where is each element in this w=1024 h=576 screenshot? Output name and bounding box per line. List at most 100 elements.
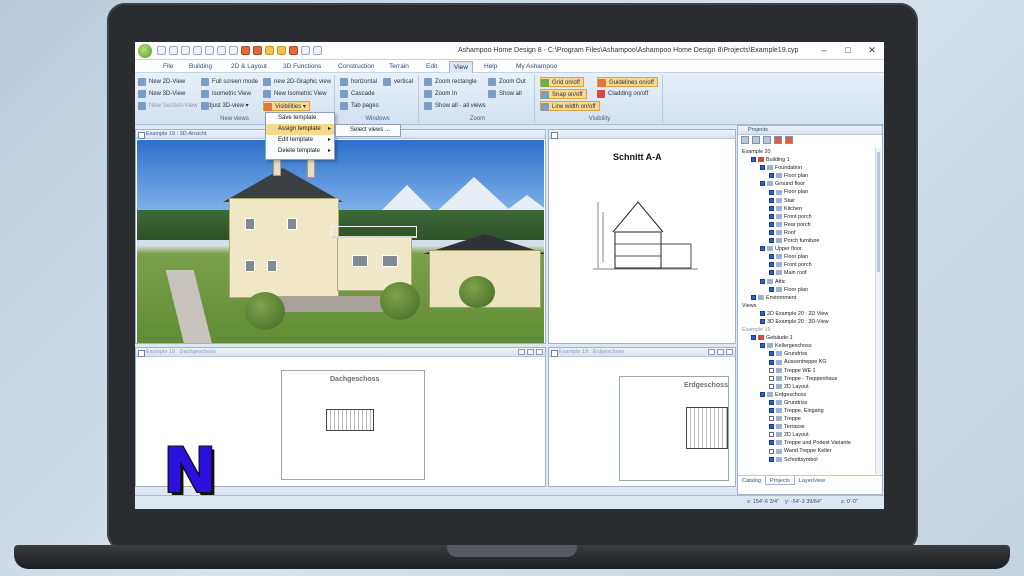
pane-maximize-button[interactable] xyxy=(527,349,534,355)
guidelines-toggle-button[interactable]: Guidelines on/off xyxy=(597,77,658,87)
render-icon[interactable] xyxy=(241,46,250,55)
tree-checkbox[interactable] xyxy=(769,440,774,446)
tab-pages-button[interactable]: Tab pages xyxy=(340,101,379,111)
tree-node[interactable]: Roof xyxy=(740,229,874,237)
tree-checkbox[interactable] xyxy=(769,270,774,276)
pane-minimize-button[interactable] xyxy=(518,349,525,355)
grid-toggle-button[interactable]: Grid on/off xyxy=(540,77,584,87)
menu-edit[interactable]: Edit xyxy=(422,61,441,73)
tree-node[interactable]: Erdgeschoss xyxy=(740,391,874,399)
new-3d-view-button[interactable]: New 3D-View xyxy=(138,89,185,99)
tree-node[interactable]: Ground floor xyxy=(740,180,874,188)
pane-close-button[interactable] xyxy=(726,349,733,355)
redo-icon[interactable] xyxy=(205,46,214,55)
tree-node[interactable]: 3D Example 20 : 3D-View xyxy=(740,318,874,326)
tree-checkbox[interactable] xyxy=(760,310,765,316)
tree-checkbox[interactable] xyxy=(769,432,774,438)
tree-node[interactable]: Wand Treppe Keller xyxy=(740,447,874,455)
house-icon[interactable] xyxy=(785,136,793,144)
undo-icon[interactable] xyxy=(193,46,202,55)
tree-checkbox[interactable] xyxy=(760,246,765,252)
tree-checkbox[interactable] xyxy=(769,205,774,211)
tree-node[interactable]: Building 1 xyxy=(740,156,874,164)
camera-icon[interactable] xyxy=(253,46,262,55)
new-section-view-button[interactable]: New Section-View xyxy=(138,101,198,111)
tree-checkbox[interactable] xyxy=(769,399,774,405)
light-icon[interactable] xyxy=(277,46,286,55)
tree-node[interactable]: Treppe WE 1 xyxy=(740,367,874,375)
visibilities-button[interactable]: Visibilities ▾ xyxy=(263,101,310,111)
tree-node[interactable]: Gebäude 1 xyxy=(740,334,874,342)
close-button[interactable]: ✕ xyxy=(860,42,884,59)
tree-checkbox[interactable] xyxy=(769,424,774,430)
tree-node[interactable]: Kellergeschoss xyxy=(740,342,874,350)
tree-node[interactable]: Terrasse xyxy=(740,423,874,431)
menu-help[interactable]: Help xyxy=(480,61,501,73)
tab-layer-view[interactable]: Layer/view xyxy=(795,476,829,485)
2d-icon[interactable] xyxy=(217,46,226,55)
tree-node[interactable]: Attic xyxy=(740,278,874,286)
assign-template-item[interactable]: Assign template ▸ xyxy=(266,124,334,135)
tree-node[interactable]: Front porch xyxy=(740,213,874,221)
zoom-rectangle-button[interactable]: Zoom rectangle xyxy=(424,77,477,87)
tree-checkbox[interactable] xyxy=(769,367,774,373)
menu-building[interactable]: Building xyxy=(185,61,216,73)
tree-node[interactable]: Porch furniture xyxy=(740,237,874,245)
tree-node[interactable]: Floor plan xyxy=(740,172,874,180)
tree-checkbox[interactable] xyxy=(769,375,774,381)
select-views-item[interactable]: Select views ... xyxy=(336,125,400,136)
tree-node[interactable]: Aussentreppe KG xyxy=(740,358,874,366)
menu-file[interactable]: File xyxy=(159,61,177,73)
tree-checkbox[interactable] xyxy=(769,213,774,219)
menu-terrain[interactable]: Terrain xyxy=(385,61,413,73)
tree-checkbox[interactable] xyxy=(760,278,765,284)
tree-node[interactable]: Stair xyxy=(740,197,874,205)
tree-node[interactable]: 2D Layout xyxy=(740,431,874,439)
app-logo-icon[interactable] xyxy=(138,44,152,58)
tree-node[interactable]: Kitchen xyxy=(740,205,874,213)
sun-icon[interactable] xyxy=(265,46,274,55)
new-icon[interactable] xyxy=(157,46,166,55)
horizontal-button[interactable]: horizontal xyxy=(340,77,377,87)
delete-icon[interactable] xyxy=(774,136,782,144)
menu-3d-functions[interactable]: 3D Functions xyxy=(279,61,325,73)
tree-node[interactable]: Floor plan xyxy=(740,253,874,261)
delete-template-item[interactable]: Delete template ▸ xyxy=(266,146,334,157)
new-2d-view-button[interactable]: New 2D-View xyxy=(138,77,185,87)
tree-checkbox[interactable] xyxy=(769,221,774,227)
edit-template-item[interactable]: Edit template ▸ xyxy=(266,135,334,146)
new-isometric-view-button[interactable]: New Isometric View xyxy=(263,89,327,99)
adjust-3d-view-button[interactable]: Adjust 3D-view ▾ xyxy=(201,101,249,111)
tree-node[interactable]: Grundriss xyxy=(740,350,874,358)
tree-checkbox[interactable] xyxy=(760,165,765,171)
tree-node[interactable]: 2D Example 20 : 2D View xyxy=(740,310,874,318)
tree-checkbox[interactable] xyxy=(769,173,774,179)
open-icon[interactable] xyxy=(169,46,178,55)
tree-node[interactable]: Schnittsymbol xyxy=(740,456,874,464)
tree-checkbox[interactable] xyxy=(760,391,765,397)
tree-node[interactable]: 2D Layout xyxy=(740,383,874,391)
tree-node[interactable]: Front porch xyxy=(740,261,874,269)
minimize-button[interactable]: – xyxy=(812,42,836,59)
tree-node[interactable]: Environment xyxy=(740,294,874,302)
tree-checkbox[interactable] xyxy=(760,181,765,187)
tree-checkbox[interactable] xyxy=(769,408,774,414)
view-3d-pane[interactable]: Example 19 : 3D-Ansicht xyxy=(135,129,546,344)
section-view-pane[interactable]: Schnitt A-A xyxy=(548,129,736,344)
eraser-icon[interactable] xyxy=(301,46,310,55)
new-2d-graphic-view-button[interactable]: new 2D-Graphic view xyxy=(263,77,331,87)
save-icon[interactable] xyxy=(181,46,190,55)
zoom-in-button[interactable]: Zoom In xyxy=(424,89,457,99)
tree-checkbox[interactable] xyxy=(760,319,765,325)
tree-checkbox[interactable] xyxy=(769,351,774,357)
full-screen-button[interactable]: Full screen mode xyxy=(201,77,258,87)
tree-checkbox[interactable] xyxy=(769,254,774,260)
tree-node[interactable]: Rear porch xyxy=(740,221,874,229)
brush-icon[interactable] xyxy=(313,46,322,55)
folder-icon[interactable] xyxy=(752,136,760,144)
tree-checkbox[interactable] xyxy=(769,230,774,236)
tree-node[interactable]: Floor plan xyxy=(740,188,874,196)
tree-checkbox[interactable] xyxy=(769,456,774,462)
cladding-toggle-button[interactable]: Cladding on/off xyxy=(597,89,648,99)
plan-view-ground-pane[interactable]: Example 19 : Erdgeschoss Erdgeschoss xyxy=(548,347,736,487)
